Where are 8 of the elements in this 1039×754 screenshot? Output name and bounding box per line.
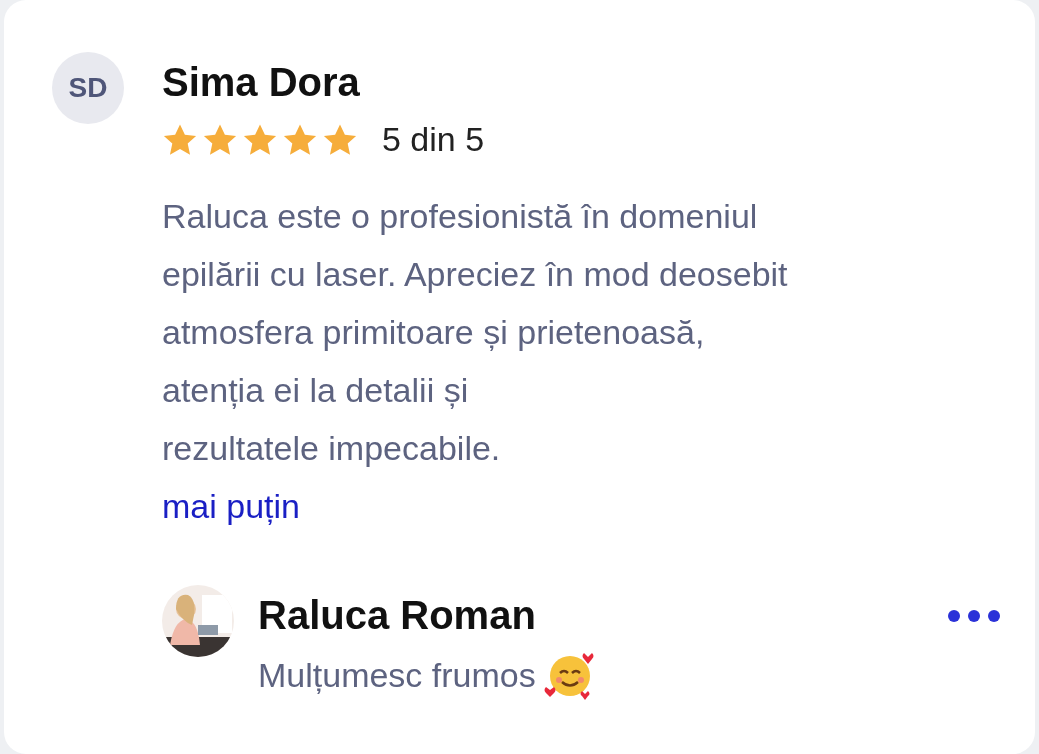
reviewer-name: Sima Dora [162, 59, 361, 106]
show-less-link[interactable]: mai puțin [162, 487, 300, 525]
more-icon [947, 608, 1001, 623]
avatar: SD [52, 52, 124, 124]
reply-text: Mulțumesc frumos [258, 654, 536, 696]
rating-text: 5 din 5 [382, 119, 485, 160]
replier-name: Raluca Roman [258, 592, 536, 639]
review-text: Raluca este o profesionistă în domeniul epilării cu laser. Apreciez în mod deosebit atmosfera primitoare și prietenoasă, atenția ei la detalii și rezultatele impecabile. [162, 196, 789, 469]
